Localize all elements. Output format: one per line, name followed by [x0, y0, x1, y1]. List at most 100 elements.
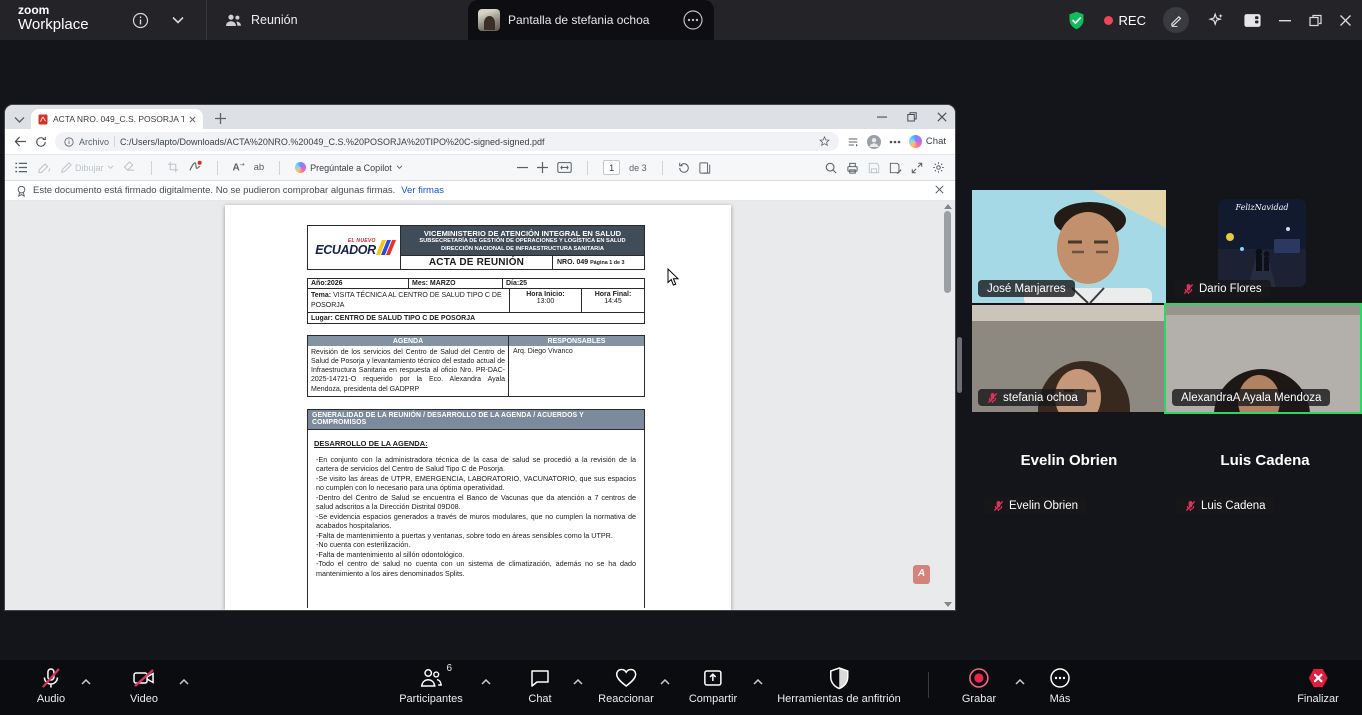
record-options-chevron[interactable]: [1012, 674, 1028, 690]
search-icon[interactable]: [825, 162, 837, 174]
signature-tool-icon[interactable]: [188, 160, 202, 175]
pdf-scrollbar[interactable]: [941, 201, 954, 610]
video-tile-alexandra-active-speaker[interactable]: AlexandraA Ayala Mendoza: [1164, 303, 1362, 414]
refresh-icon[interactable]: [35, 136, 47, 148]
chat-options-chevron[interactable]: [570, 674, 586, 690]
rec-label: REC: [1119, 13, 1146, 28]
participants-button[interactable]: 6 Participantes: [399, 666, 463, 705]
react-button[interactable]: Reaccionar: [598, 666, 654, 705]
profile-avatar[interactable]: [867, 135, 881, 149]
participants-count-badge: 6: [446, 663, 452, 674]
fullscreen-icon[interactable]: [911, 162, 923, 174]
audio-tile-luis[interactable]: Luis Cadena Luis Cadena: [1168, 414, 1362, 534]
window-restore-icon[interactable]: [1309, 14, 1322, 27]
annotate-button[interactable]: [1163, 7, 1189, 33]
fit-width-icon[interactable]: [557, 162, 572, 173]
tab-screen-share[interactable]: Pantalla de stefania ochoa: [468, 0, 714, 40]
zoom-out-icon[interactable]: [517, 162, 528, 173]
favorite-star-icon[interactable]: [819, 136, 830, 147]
browser-menu-icon[interactable]: [889, 140, 901, 144]
workplace-logo-text: Workplace: [18, 17, 89, 33]
notification-close-icon[interactable]: [935, 185, 944, 197]
draw-tool-button[interactable]: Dibujar: [60, 162, 114, 174]
share-options-chevron[interactable]: [750, 674, 766, 690]
pdf-file-icon: [38, 114, 48, 125]
video-tile-jose[interactable]: José Manjarres: [972, 190, 1166, 303]
ai-companion-icon[interactable]: [1206, 10, 1226, 30]
video-button[interactable]: Video: [130, 666, 158, 705]
window-minimize-icon[interactable]: [1279, 14, 1292, 27]
back-icon[interactable]: [14, 136, 27, 147]
window-close-icon[interactable]: [1339, 14, 1352, 27]
ask-copilot-button[interactable]: Pregúntale a Copilot: [295, 162, 403, 173]
muted-mic-icon: [1185, 500, 1196, 512]
settings-gear-icon[interactable]: [932, 161, 945, 174]
highlight-tool-icon[interactable]: [37, 161, 51, 175]
tab-options-ellipsis-icon[interactable]: [682, 9, 704, 31]
audio-options-chevron[interactable]: [78, 674, 94, 690]
development-item: -Se evidencia espacios generados a travé…: [314, 512, 638, 531]
new-tab-icon[interactable]: [215, 111, 226, 129]
browser-restore-icon[interactable]: [907, 112, 917, 122]
favorites-bar-icon[interactable]: [847, 136, 859, 148]
copilot-chevron-icon: [396, 165, 403, 170]
strip-scrollbar[interactable]: [957, 337, 962, 393]
topbar-chevron-down-icon[interactable]: [168, 10, 188, 30]
heart-icon: [613, 666, 639, 690]
copilot-chat-button[interactable]: Chat: [909, 135, 946, 148]
record-button[interactable]: Grabar: [962, 666, 996, 705]
tab-close-icon[interactable]: [189, 116, 196, 123]
chat-button[interactable]: Chat: [528, 666, 552, 705]
page-number-input[interactable]: 1: [603, 160, 620, 175]
video-tile-dario[interactable]: FelizNavidad Dario Flores: [1168, 190, 1362, 303]
end-meeting-button[interactable]: Finalizar: [1297, 666, 1339, 705]
meeting-info-icon[interactable]: [130, 10, 150, 30]
crop-tool-icon[interactable]: [167, 161, 179, 175]
participants-icon: [419, 666, 443, 690]
scroll-down-icon[interactable]: [944, 602, 952, 607]
video-label: Video: [130, 693, 158, 705]
pdf-document-area[interactable]: EL NUEVO ECUADOR VICEMINISTERIO DE ATENC…: [5, 201, 955, 610]
add-text-icon[interactable]: ab: [254, 162, 265, 173]
ver-firmas-link[interactable]: Ver firmas: [401, 185, 444, 196]
security-shield-icon[interactable]: [1066, 10, 1087, 31]
page-view-icon[interactable]: [699, 162, 711, 174]
save-icon[interactable]: [868, 162, 880, 174]
read-aloud-icon[interactable]: A⤑: [233, 162, 245, 173]
save-as-icon[interactable]: [889, 162, 902, 174]
development-section: DESARROLLO DE LA AGENDA: -En conjunto co…: [307, 430, 645, 609]
video-options-chevron[interactable]: [176, 674, 192, 690]
browser-minimize-icon[interactable]: [877, 112, 887, 122]
audio-button[interactable]: Audio: [37, 666, 65, 705]
zoom-in-icon[interactable]: [537, 162, 548, 173]
zoom-logo-text: zoom: [18, 4, 89, 17]
react-options-chevron[interactable]: [657, 674, 673, 690]
print-icon[interactable]: [846, 162, 859, 174]
dario-avatar-text: FelizNavidad: [1218, 203, 1306, 212]
acrobat-floating-icon[interactable]: A: [913, 565, 930, 584]
screen-share-avatar: [478, 9, 500, 31]
development-item: -Se visito las áreas de UTPR, EMERGENCIA…: [314, 474, 638, 493]
video-tile-stefania[interactable]: stefania ochoa: [972, 305, 1166, 412]
audio-tile-evelin[interactable]: Evelin Obrien Evelin Obrien: [972, 414, 1166, 534]
scroll-up-icon[interactable]: [944, 204, 952, 209]
tab-meeting[interactable]: Reunión: [206, 0, 460, 40]
toc-menu-icon[interactable]: [15, 162, 28, 173]
meeting-tab-label: Reunión: [251, 13, 298, 27]
more-button[interactable]: Más: [1048, 666, 1072, 705]
erase-tool-icon[interactable]: [123, 161, 136, 174]
notification-text: Este documento está firmado digitalmente…: [33, 185, 395, 196]
browser-close-icon[interactable]: [937, 112, 947, 122]
browser-tab-title: ACTA NRO. 049_C.S. POSORJA TIP: [53, 114, 184, 124]
share-button[interactable]: Compartir: [689, 666, 737, 705]
pdf-scrollbar-thumb[interactable]: [944, 211, 951, 293]
view-layout-icon[interactable]: [1243, 12, 1262, 29]
file-info-icon[interactable]: [64, 137, 74, 147]
tab-search-chevron-icon[interactable]: [14, 111, 25, 129]
browser-tab-pdf[interactable]: ACTA NRO. 049_C.S. POSORJA TIP: [31, 109, 203, 129]
development-title: DESARROLLO DE LA AGENDA:: [314, 439, 638, 448]
host-tools-button[interactable]: Herramientas de anfitrión: [777, 666, 901, 705]
url-field[interactable]: Archivo C:/Users/lapto/Downloads/ACTA%20…: [55, 132, 839, 151]
participants-options-chevron[interactable]: [478, 674, 494, 690]
rotate-icon[interactable]: [678, 162, 690, 174]
